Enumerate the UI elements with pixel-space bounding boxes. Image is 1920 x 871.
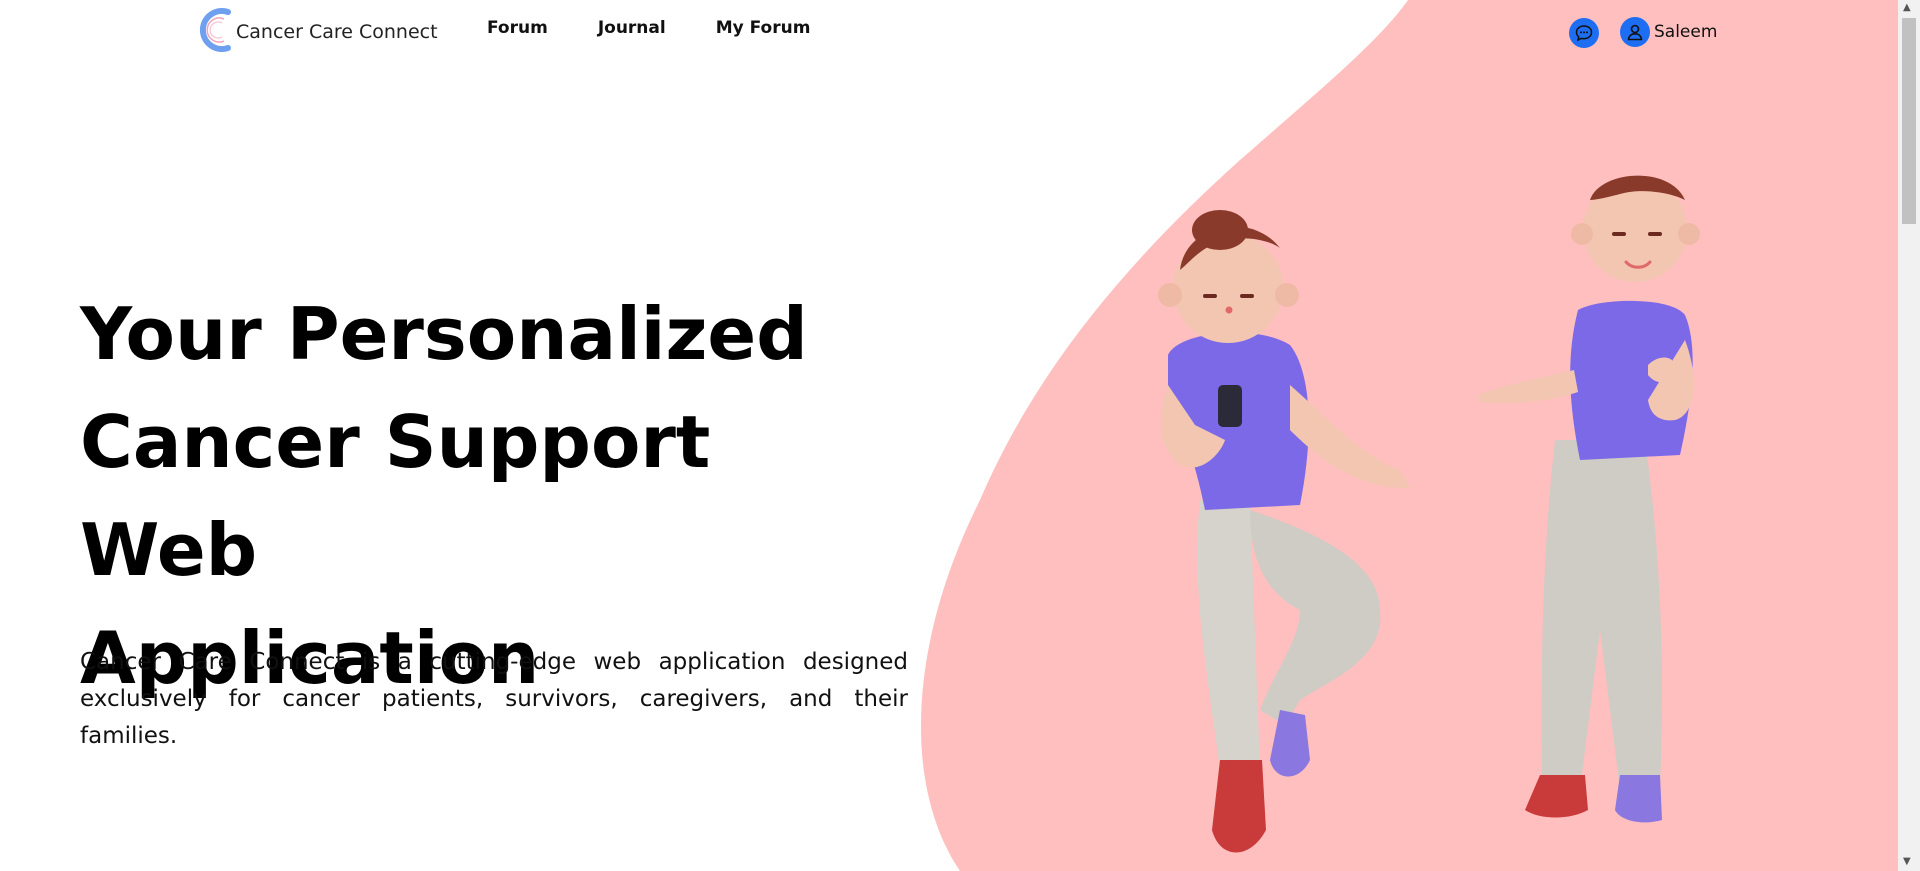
user-name: Saleem [1654, 22, 1718, 42]
scroll-down-arrow-icon[interactable]: ▼ [1903, 857, 1911, 867]
main-nav: Forum Journal My Forum [487, 18, 810, 38]
hero-title-line: Your Personalized [80, 292, 808, 376]
character-right [1478, 175, 1700, 823]
character-left [1158, 210, 1410, 853]
page-scrollbar[interactable]: ▲ ▼ [1898, 0, 1920, 871]
hero-title-line: Cancer Support Web [80, 400, 711, 592]
nav-journal-link[interactable]: Journal [598, 18, 666, 38]
app-logo[interactable]: Cancer Care Connect [192, 5, 438, 55]
hero-illustration [1158, 175, 1700, 853]
chat-button[interactable] [1569, 18, 1599, 48]
hero-description: Cancer Care Connect is a cutting-edge we… [80, 649, 908, 749]
logo-icon [199, 8, 231, 52]
avatar [1620, 17, 1650, 47]
scrollbar-thumb[interactable] [1902, 18, 1916, 224]
nav-my-forum-link[interactable]: My Forum [716, 18, 811, 38]
user-menu[interactable]: Saleem [1620, 17, 1717, 47]
nav-forum-link[interactable]: Forum [487, 18, 548, 38]
chat-icon [1575, 25, 1593, 42]
top-navbar: Cancer Care Connect Forum Journal My For… [0, 0, 1898, 64]
logo-text: Cancer Care Connect [236, 21, 438, 43]
scroll-up-arrow-icon[interactable]: ▲ [1903, 3, 1911, 13]
user-icon [1627, 24, 1643, 41]
